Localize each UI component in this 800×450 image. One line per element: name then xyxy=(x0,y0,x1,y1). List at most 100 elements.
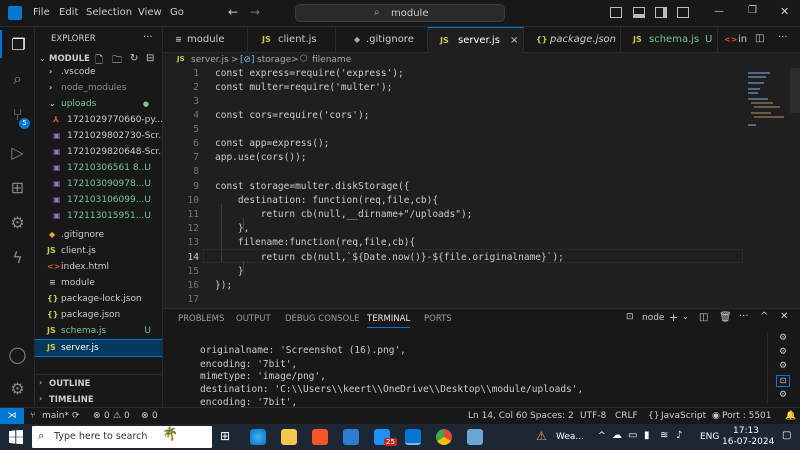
line-ending[interactable]: CRLF xyxy=(615,411,638,421)
tab-server-js[interactable]: JS server.js × xyxy=(428,27,524,53)
app-icon[interactable] xyxy=(467,429,483,445)
tab-client-js[interactable]: JS client.js xyxy=(248,27,336,53)
toggle-sidebar-icon[interactable] xyxy=(610,7,622,18)
chrome-icon[interactable] xyxy=(436,429,452,445)
minimap[interactable] xyxy=(745,68,790,138)
clock-date[interactable]: 16-07-2024 xyxy=(722,437,774,447)
tree-item-gitignore[interactable]: ◆ .gitignore xyxy=(35,227,162,243)
settings-gear-icon[interactable]: ⚙ xyxy=(0,374,35,402)
tab-gitignore[interactable]: ◆ .gitignore xyxy=(336,27,428,53)
notifications-icon[interactable]: ▢ xyxy=(782,430,791,441)
split-terminal-icon[interactable]: ◫ xyxy=(699,312,708,323)
toggle-panel-icon[interactable] xyxy=(633,7,645,18)
tab-debug-console[interactable]: DEBUG CONSOLE xyxy=(285,314,359,324)
python-icon[interactable]: ⚙ xyxy=(0,208,35,236)
breadcrumb-symbol-storage[interactable]: storage xyxy=(257,55,291,65)
folder-icon[interactable]: ▭ xyxy=(628,430,637,441)
close-window-icon[interactable]: ✕ xyxy=(780,5,789,18)
live-server-port[interactable]: Port : 5501 xyxy=(722,411,772,421)
tree-item-file[interactable]: ▣ 1721029820648-Scr... xyxy=(35,144,162,160)
tree-item-schema-js[interactable]: JS schema.js U xyxy=(35,323,162,339)
indentation[interactable]: Spaces: 2 xyxy=(530,411,574,421)
gear-icon[interactable]: ⚙ xyxy=(779,390,787,400)
volume-icon[interactable]: ♪ xyxy=(676,430,682,441)
refresh-icon[interactable]: ↻ xyxy=(130,53,138,64)
bell-icon[interactable]: 🔔 xyxy=(785,411,796,421)
tree-item-file[interactable]: ▣ 172103090978... U xyxy=(35,176,162,192)
branch-name[interactable]: main* xyxy=(42,411,69,421)
menu-edit[interactable]: Edit xyxy=(59,7,78,18)
editor-scrollbar[interactable] xyxy=(790,68,800,113)
toggle-secondary-sidebar-icon[interactable] xyxy=(655,7,667,18)
chevron-down-icon[interactable]: ⌄ xyxy=(682,312,689,321)
menu-go[interactable]: Go xyxy=(170,7,184,18)
tree-item-node-modules[interactable]: › node_modules xyxy=(35,80,162,96)
gear-icon[interactable]: ⚙ xyxy=(779,333,787,343)
tab-output[interactable]: OUTPUT xyxy=(236,314,271,324)
split-editor-icon[interactable]: ◫ xyxy=(755,33,764,44)
file-encoding[interactable]: UTF-8 xyxy=(580,411,606,421)
battery-icon[interactable]: ▮ xyxy=(644,430,650,441)
breadcrumb-symbol-filename[interactable]: filename xyxy=(312,55,351,65)
gear-icon[interactable]: ⚙ xyxy=(779,347,787,357)
workspace-root[interactable]: MODULE xyxy=(49,54,90,64)
gear-icon[interactable]: ⚙ xyxy=(779,361,787,371)
language-indicator[interactable]: ENG xyxy=(700,432,719,442)
tree-item-file[interactable]: ▣ 172113015951... U xyxy=(35,208,162,224)
account-icon[interactable]: ◯ xyxy=(0,340,35,368)
run-debug-icon[interactable]: ▷ xyxy=(0,138,35,166)
new-terminal-icon[interactable]: + xyxy=(669,311,678,324)
forward-arrow-icon[interactable]: → xyxy=(250,5,260,19)
cursor-position[interactable]: Ln 14, Col 60 xyxy=(468,411,527,421)
sync-icon[interactable]: ⟳ xyxy=(72,411,80,421)
code-editor[interactable]: 1 2 3 4 5 6 7 8 9 10 11 12 13 14 15 16 1… xyxy=(163,68,743,308)
tree-item-uploads[interactable]: ⌄ uploads ● xyxy=(35,96,162,112)
search-view-icon[interactable]: ⌕ xyxy=(0,65,35,93)
warning-count[interactable]: 0 xyxy=(124,411,130,421)
cloud-icon[interactable]: ☁ xyxy=(612,430,622,441)
terminal-shell-name[interactable]: node xyxy=(642,313,664,323)
lightning-icon[interactable]: ϟ xyxy=(0,243,35,271)
tab-problems[interactable]: PROBLEMS xyxy=(178,314,224,324)
more-actions-icon[interactable]: ··· xyxy=(739,311,749,322)
vscode-taskbar-icon[interactable] xyxy=(405,429,421,445)
weather-text[interactable]: Wea... xyxy=(556,432,584,442)
chevron-up-icon[interactable]: ^ xyxy=(598,431,606,441)
menu-view[interactable]: View xyxy=(138,7,162,18)
task-view-icon[interactable]: ⊞ xyxy=(220,429,230,443)
menu-selection[interactable]: Selection xyxy=(86,7,132,18)
command-search-box[interactable]: ⌕ module xyxy=(295,4,505,22)
tree-item-module[interactable]: ≡ module xyxy=(35,275,162,291)
restore-icon[interactable]: ❐ xyxy=(748,5,757,16)
tree-item-file[interactable]: ▣ 17210306561 8... U xyxy=(35,160,162,176)
store-icon[interactable] xyxy=(343,429,359,445)
clock-time[interactable]: 17:13 xyxy=(733,426,759,436)
edge-icon[interactable] xyxy=(250,429,266,445)
tree-item-file[interactable]: ▣ 172103106099... U xyxy=(35,192,162,208)
ports-count[interactable]: 0 xyxy=(152,411,158,421)
close-panel-icon[interactable]: ✕ xyxy=(780,311,788,322)
remote-icon[interactable]: ⋊ xyxy=(0,408,24,425)
tab-terminal[interactable]: TERMINAL xyxy=(367,314,411,328)
more-actions-icon[interactable]: ··· xyxy=(778,32,788,43)
language-mode[interactable]: JavaScript xyxy=(661,411,706,421)
breadcrumb-file[interactable]: server.js xyxy=(191,55,229,65)
tree-item-file[interactable]: ▣ 1721029802730-Scr... xyxy=(35,128,162,144)
tree-item-client-js[interactable]: JS client.js xyxy=(35,243,162,259)
tree-item-package-lock[interactable]: {} package-lock.json xyxy=(35,291,162,307)
customize-layout-icon[interactable] xyxy=(677,7,689,18)
error-count[interactable]: 0 xyxy=(104,411,110,421)
taskbar-search-box[interactable]: ⌕ Type here to search 🌴 xyxy=(32,426,212,448)
tree-item-server-js[interactable]: JS server.js xyxy=(35,339,162,357)
back-arrow-icon[interactable]: ← xyxy=(228,5,238,19)
file-explorer-icon[interactable] xyxy=(281,429,297,445)
collapse-all-icon[interactable]: ⊟ xyxy=(146,53,154,64)
brave-icon[interactable] xyxy=(312,429,328,445)
more-actions-icon[interactable]: ··· xyxy=(143,32,153,43)
tree-item-file[interactable]: ⅄ 1721029770660-py... xyxy=(35,112,162,128)
tab-package-json[interactable]: {} package.json xyxy=(524,27,621,53)
tree-item-index-html[interactable]: <> index.html xyxy=(35,259,162,275)
minimize-icon[interactable]: — xyxy=(714,6,724,17)
tab-index-html[interactable]: <> in xyxy=(718,27,748,53)
tab-module[interactable]: ≡ module xyxy=(163,27,248,53)
